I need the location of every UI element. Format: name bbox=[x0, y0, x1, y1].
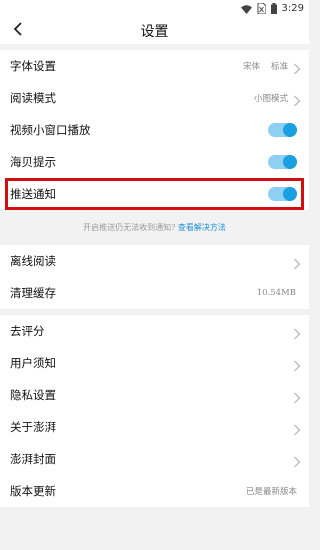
row-label: 澎湃封面 bbox=[10, 452, 56, 466]
privacy-settings-row[interactable]: 隐私设置 bbox=[0, 379, 309, 411]
offline-reading-row[interactable]: 离线阅读 bbox=[0, 245, 309, 277]
chevron-right-icon bbox=[293, 453, 301, 468]
haibei-tips-row: 海贝提示 bbox=[0, 146, 309, 178]
toggle-knob bbox=[283, 123, 297, 137]
chevron-right-icon bbox=[293, 60, 301, 75]
user-notice-row[interactable]: 用户须知 bbox=[0, 347, 309, 379]
version-status-value: 已是最新版本 bbox=[245, 487, 297, 497]
row-label: 字体设置 bbox=[10, 59, 56, 73]
push-help-hint: 开启推送仍无法收到通知? 查看解决方法 bbox=[0, 222, 309, 233]
chevron-right-icon bbox=[293, 92, 301, 107]
row-label: 隐私设置 bbox=[10, 388, 56, 402]
status-time: 3:29 bbox=[281, 2, 304, 14]
row-label: 海贝提示 bbox=[10, 155, 56, 169]
row-label: 阅读模式 bbox=[10, 91, 56, 105]
top-bar: 设置 bbox=[0, 16, 309, 44]
battery-icon bbox=[270, 0, 277, 18]
chevron-right-icon bbox=[293, 357, 301, 372]
settings-group-about: 去评分 用户须知 隐私设置 关于澎湃 澎湃封面 版本更新 已是最新版本 bbox=[0, 315, 309, 507]
reading-mode-value: 小图模式 bbox=[253, 94, 288, 104]
row-label: 视频小窗口播放 bbox=[10, 123, 91, 137]
reading-mode-row[interactable]: 阅读模式 小图模式 bbox=[0, 82, 309, 114]
font-settings-row[interactable]: 字体设置 宋体 标准 bbox=[0, 50, 309, 82]
hint-text: 开启推送仍无法收到通知? bbox=[83, 223, 176, 232]
version-update-row[interactable]: 版本更新 已是最新版本 bbox=[0, 475, 309, 507]
row-label: 去评分 bbox=[10, 324, 45, 338]
row-label: 离线阅读 bbox=[10, 254, 56, 268]
chevron-right-icon bbox=[293, 255, 301, 270]
highlight-box bbox=[5, 178, 304, 210]
row-label: 清理缓存 bbox=[10, 286, 56, 300]
chevron-right-icon bbox=[293, 389, 301, 404]
row-label: 版本更新 bbox=[10, 484, 56, 498]
chevron-right-icon bbox=[293, 325, 301, 340]
solution-link[interactable]: 查看解决方法 bbox=[178, 223, 226, 232]
font-size-value: 标准 bbox=[270, 62, 288, 72]
status-bar: 3:29 bbox=[0, 0, 309, 16]
font-family-value: 宋体 bbox=[242, 62, 260, 72]
wifi-icon bbox=[240, 0, 252, 18]
video-miniwindow-row: 视频小窗口播放 bbox=[0, 114, 309, 146]
cover-row[interactable]: 澎湃封面 bbox=[0, 443, 309, 475]
no-sim-icon bbox=[257, 0, 267, 18]
toggle-knob bbox=[283, 155, 297, 169]
row-label: 用户须知 bbox=[10, 356, 56, 370]
row-label: 关于澎湃 bbox=[10, 420, 56, 434]
settings-group-storage: 离线阅读 清理缓存 10.54MB bbox=[0, 245, 309, 309]
status-icons: 3:29 bbox=[240, 0, 304, 18]
rate-app-row[interactable]: 去评分 bbox=[0, 315, 309, 347]
cache-size-value: 10.54MB bbox=[256, 288, 296, 298]
clear-cache-row[interactable]: 清理缓存 10.54MB bbox=[0, 277, 309, 309]
haibei-tips-toggle[interactable] bbox=[268, 155, 297, 169]
about-row[interactable]: 关于澎湃 bbox=[0, 411, 309, 443]
page-title: 设置 bbox=[140, 24, 169, 40]
video-miniwindow-toggle[interactable] bbox=[268, 123, 297, 137]
chevron-right-icon bbox=[293, 421, 301, 436]
